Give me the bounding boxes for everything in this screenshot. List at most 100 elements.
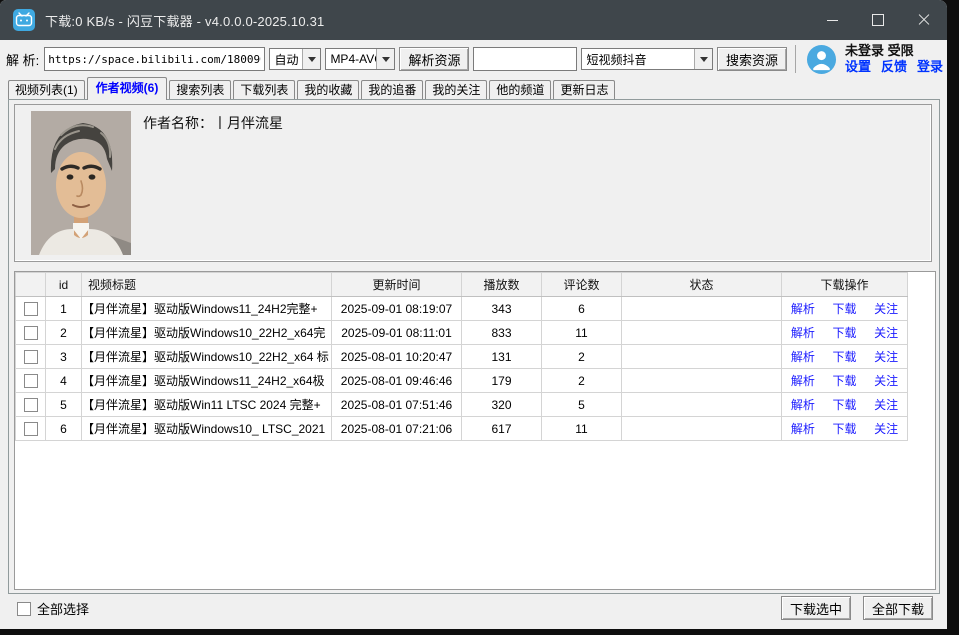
cell-status: [622, 393, 782, 417]
parse-link[interactable]: 解析: [791, 396, 815, 413]
toolbar: 解 析: 自动 MP4-AVC 解析资源 短视频抖音 搜索资源 未登录 受限 设…: [6, 43, 943, 75]
row-checkbox[interactable]: [24, 302, 38, 316]
follow-link[interactable]: 关注: [874, 420, 898, 437]
tab-his-channel[interactable]: 他的频道: [489, 80, 551, 100]
cell-id: 2: [46, 321, 82, 345]
quality-select[interactable]: 自动: [269, 48, 321, 70]
row-checkbox[interactable]: [24, 398, 38, 412]
row-checkbox[interactable]: [24, 422, 38, 436]
cell-comments: 2: [542, 345, 622, 369]
download-selected-button[interactable]: 下载选中: [781, 596, 851, 620]
follow-link[interactable]: 关注: [874, 348, 898, 365]
table-row: 2 【月伴流星】驱动版Windows10_22H2_x64完 2025-09-0…: [16, 321, 908, 345]
tab-my-follows[interactable]: 我的关注: [425, 80, 487, 100]
parse-link[interactable]: 解析: [791, 372, 815, 389]
table-row: 5 【月伴流星】驱动版Win11 LTSC 2024 完整+ 2025-08-0…: [16, 393, 908, 417]
parse-link[interactable]: 解析: [791, 420, 815, 437]
video-list: id 视频标题 更新时间 播放数 评论数 状态 下载操作 1 【月伴流星】驱动版…: [14, 271, 936, 590]
cell-status: [622, 297, 782, 321]
cell-id: 6: [46, 417, 82, 441]
select-all-checkbox[interactable]: [17, 602, 31, 616]
download-link[interactable]: 下载: [832, 300, 856, 317]
table-header-row: id 视频标题 更新时间 播放数 评论数 状态 下载操作: [16, 273, 908, 297]
cell-plays: 833: [462, 321, 542, 345]
footer-bar: 全部选择 下载选中 全部下载: [0, 594, 947, 627]
cell-time: 2025-09-01 08:19:07: [332, 297, 462, 321]
cell-comments: 11: [542, 321, 622, 345]
search-input[interactable]: [473, 47, 577, 71]
header-title[interactable]: 视频标题: [82, 273, 332, 297]
minimize-button[interactable]: [809, 0, 855, 40]
maximize-button[interactable]: [855, 0, 901, 40]
row-checkbox[interactable]: [24, 326, 38, 340]
format-select-value: MP4-AVC: [326, 52, 376, 66]
minimize-icon: [827, 20, 838, 21]
cell-comments: 2: [542, 369, 622, 393]
cell-title: 【月伴流星】驱动版Windows10_ LTSC_2021: [82, 417, 332, 441]
cell-time: 2025-08-01 07:51:46: [332, 393, 462, 417]
parse-resource-button[interactable]: 解析资源: [399, 47, 469, 71]
source-select-arrow[interactable]: [694, 49, 712, 69]
window-title: 下载:0 KB/s - 闪豆下载器 - v4.0.0.0-2025.10.31: [45, 11, 324, 30]
download-link[interactable]: 下载: [832, 372, 856, 389]
download-link[interactable]: 下载: [832, 348, 856, 365]
follow-link[interactable]: 关注: [874, 396, 898, 413]
follow-link[interactable]: 关注: [874, 300, 898, 317]
close-button[interactable]: [901, 0, 947, 40]
cell-comments: 5: [542, 393, 622, 417]
source-select[interactable]: 短视频抖音: [581, 48, 713, 70]
download-link[interactable]: 下载: [832, 324, 856, 341]
download-link[interactable]: 下载: [832, 396, 856, 413]
table-row: 3 【月伴流星】驱动版Windows10_22H2_x64 标 2025-08-…: [16, 345, 908, 369]
parse-link[interactable]: 解析: [791, 324, 815, 341]
titlebar: 下载:0 KB/s - 闪豆下载器 - v4.0.0.0-2025.10.31: [0, 0, 947, 40]
quality-select-arrow[interactable]: [302, 49, 320, 69]
tab-download-list[interactable]: 下载列表: [233, 80, 295, 100]
cell-status: [622, 321, 782, 345]
cell-plays: 320: [462, 393, 542, 417]
follow-link[interactable]: 关注: [874, 372, 898, 389]
header-plays[interactable]: 播放数: [462, 273, 542, 297]
search-resource-button[interactable]: 搜索资源: [717, 47, 787, 71]
format-select[interactable]: MP4-AVC: [325, 48, 395, 70]
user-avatar-icon[interactable]: [806, 44, 837, 75]
login-status: 未登录 受限: [845, 43, 943, 59]
header-comments[interactable]: 评论数: [542, 273, 622, 297]
tab-video-list[interactable]: 视频列表(1): [8, 80, 85, 100]
tab-page: 作者名称：丨月伴流星 id 视频标题 更新时间 播放数 评论数 状态: [8, 99, 940, 594]
header-ops[interactable]: 下载操作: [782, 273, 908, 297]
cell-id: 4: [46, 369, 82, 393]
select-all-control[interactable]: 全部选择: [17, 599, 89, 618]
tab-search-list[interactable]: 搜索列表: [169, 80, 231, 100]
quality-select-value: 自动: [270, 51, 302, 68]
download-link[interactable]: 下载: [832, 420, 856, 437]
row-checkbox[interactable]: [24, 350, 38, 364]
app-logo-icon: [13, 9, 35, 31]
tab-my-favorites[interactable]: 我的收藏: [297, 80, 359, 100]
feedback-link[interactable]: 反馈: [881, 59, 907, 75]
url-input[interactable]: [44, 47, 265, 71]
login-link[interactable]: 登录: [917, 59, 943, 75]
cell-plays: 343: [462, 297, 542, 321]
cell-title: 【月伴流星】驱动版Windows10_22H2_x64完: [82, 321, 332, 345]
cell-title: 【月伴流星】驱动版Windows11_24H2_x64极: [82, 369, 332, 393]
header-time[interactable]: 更新时间: [332, 273, 462, 297]
tab-author-videos[interactable]: 作者视频(6): [87, 77, 168, 100]
settings-link[interactable]: 设置: [845, 59, 871, 75]
parse-link[interactable]: 解析: [791, 300, 815, 317]
cell-id: 3: [46, 345, 82, 369]
download-all-button[interactable]: 全部下载: [863, 596, 933, 620]
header-status[interactable]: 状态: [622, 273, 782, 297]
header-id[interactable]: id: [46, 273, 82, 297]
cell-comments: 11: [542, 417, 622, 441]
table-row: 4 【月伴流星】驱动版Windows11_24H2_x64极 2025-08-0…: [16, 369, 908, 393]
cell-time: 2025-08-01 09:46:46: [332, 369, 462, 393]
parse-link[interactable]: 解析: [791, 348, 815, 365]
follow-link[interactable]: 关注: [874, 324, 898, 341]
close-icon: [918, 14, 930, 26]
row-checkbox[interactable]: [24, 374, 38, 388]
tab-changelog[interactable]: 更新日志: [553, 80, 615, 100]
format-select-arrow[interactable]: [376, 49, 394, 69]
cell-title: 【月伴流星】驱动版Win11 LTSC 2024 完整+: [82, 393, 332, 417]
tab-my-bangumi[interactable]: 我的追番: [361, 80, 423, 100]
